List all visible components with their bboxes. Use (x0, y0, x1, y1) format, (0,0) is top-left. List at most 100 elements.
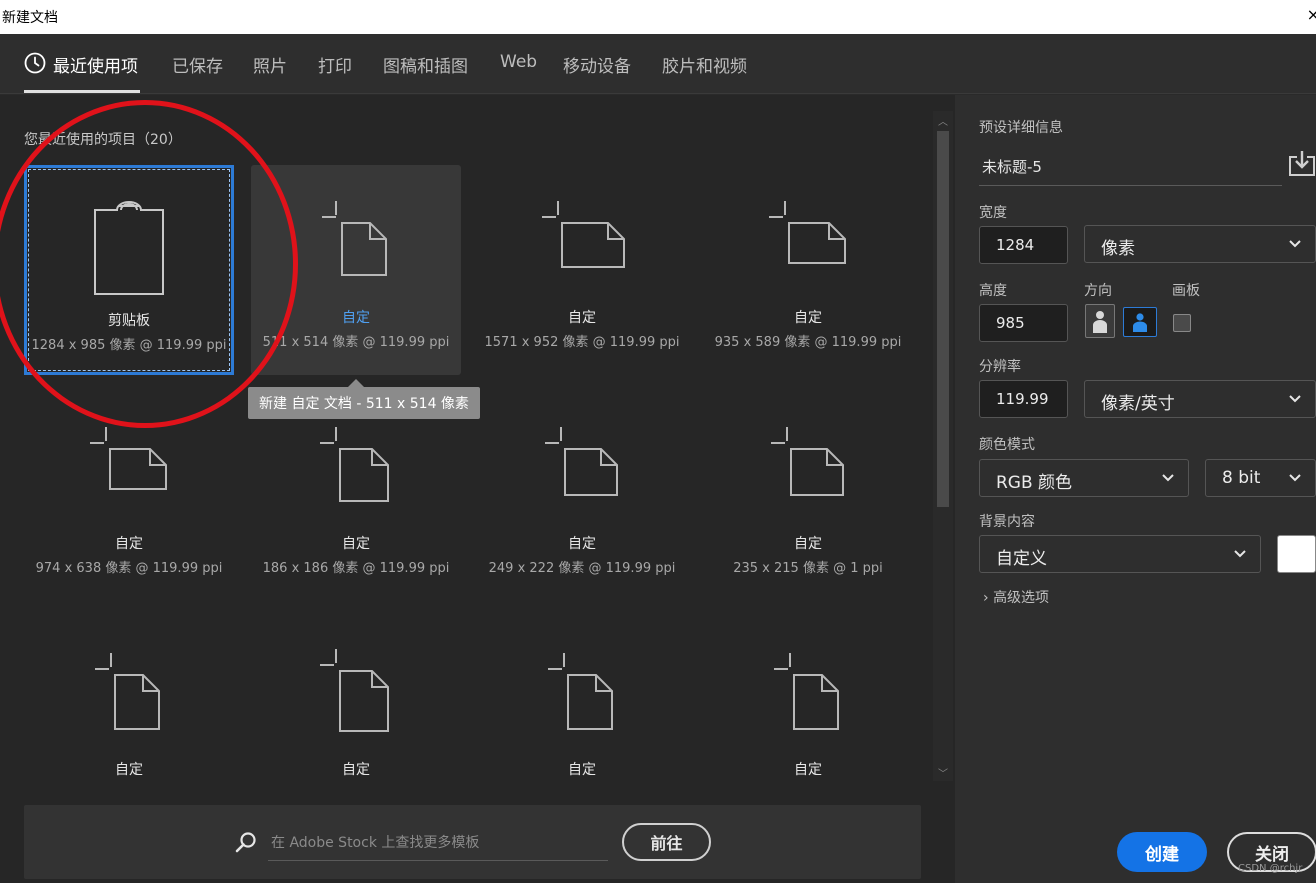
active-tab-indicator (24, 90, 140, 93)
preset-card[interactable]: 自定 (24, 617, 234, 827)
preset-card[interactable]: 自定 249 x 222 像素 @ 119.99 ppi (477, 391, 687, 601)
preset-dimensions: 935 x 589 像素 @ 119.99 ppi (714, 335, 902, 350)
document-name-field[interactable]: 未标题-5 (979, 150, 1282, 186)
document-icon (542, 201, 625, 268)
orientation-label: 方向 (1084, 283, 1112, 299)
document-icon (548, 653, 613, 730)
window-titlebar: 新建文档 × (0, 0, 1316, 34)
scroll-thumb[interactable] (937, 131, 949, 507)
preset-details-header: 预设详细信息 (979, 120, 1063, 136)
background-label: 背景内容 (979, 514, 1035, 530)
tab-print[interactable]: 打印 (318, 52, 352, 77)
stock-search-input[interactable] (268, 825, 608, 861)
preset-card[interactable]: 自定 935 x 589 像素 @ 119.99 ppi (703, 165, 913, 375)
preset-name: 自定 (115, 762, 143, 778)
preset-name: 自定 (568, 762, 596, 778)
landscape-orientation-button[interactable] (1123, 307, 1157, 337)
preset-card[interactable]: 自定 186 x 186 像素 @ 119.99 ppi (251, 391, 461, 601)
preset-card[interactable]: 自定 (477, 617, 687, 827)
window-title: 新建文档 (2, 10, 58, 26)
color-mode-value: RGB 颜色 (996, 473, 1073, 493)
resolution-input[interactable]: 119.99 (979, 380, 1068, 418)
preset-dimensions: 235 x 215 像素 @ 1 ppi (733, 561, 883, 576)
width-input[interactable]: 1284 (979, 226, 1068, 264)
preset-name: 自定 (568, 536, 596, 552)
bit-depth-value: 8 bit (1222, 468, 1261, 488)
chevron-down-icon (1289, 240, 1301, 248)
preset-name: 自定 (115, 536, 143, 552)
height-input[interactable]: 985 (979, 304, 1068, 342)
preset-card[interactable]: 自定 (251, 617, 461, 827)
chevron-down-icon (1289, 474, 1301, 482)
resolution-unit-select[interactable]: 像素/英寸 (1084, 380, 1316, 418)
tab-art-illustration[interactable]: 图稿和插图 (383, 52, 468, 77)
preset-card[interactable]: 自定 974 x 638 像素 @ 119.99 ppi (24, 391, 234, 601)
preset-dimensions: 511 x 514 像素 @ 119.99 ppi (262, 335, 450, 350)
tab-photo[interactable]: 照片 (253, 52, 287, 77)
create-button[interactable]: 创建 (1117, 832, 1207, 872)
document-icon (320, 427, 389, 502)
tab-film-video[interactable]: 胶片和视频 (662, 52, 747, 77)
preset-name: 自定 (342, 762, 370, 778)
preset-card[interactable]: 自定 235 x 215 像素 @ 1 ppi (703, 391, 913, 601)
document-icon (95, 653, 160, 730)
color-mode-label: 颜色模式 (979, 437, 1035, 453)
document-icon (774, 653, 839, 730)
preset-name: 自定 (794, 762, 822, 778)
scroll-up-icon[interactable]: ︿ (938, 113, 948, 128)
preset-name: 自定 (794, 536, 822, 552)
adobe-stock-search-bar: 前往 (24, 805, 921, 879)
search-icon (235, 832, 256, 853)
chevron-right-icon: › (983, 590, 989, 606)
color-mode-select[interactable]: RGB 颜色 (979, 459, 1189, 497)
background-value: 自定义 (996, 549, 1047, 569)
preset-name: 自定 (342, 310, 370, 326)
preset-name: 自定 (342, 536, 370, 552)
width-unit-select[interactable]: 像素 (1084, 225, 1316, 263)
tab-saved[interactable]: 已保存 (172, 52, 223, 77)
background-color-swatch[interactable] (1277, 535, 1316, 573)
preset-dimensions: 186 x 186 像素 @ 119.99 ppi (262, 561, 450, 576)
document-icon (771, 427, 844, 496)
recent-items-panel: 您最近使用的项目（20） 剪贴板 1284 x 985 像素 @ 119.99 … (0, 95, 955, 883)
recent-scrollbar[interactable]: ︿ ﹀ (933, 111, 953, 781)
save-preset-icon[interactable] (1288, 151, 1316, 177)
go-button[interactable]: 前往 (622, 823, 711, 861)
bit-depth-select[interactable]: 8 bit (1205, 459, 1316, 497)
background-select[interactable]: 自定义 (979, 535, 1261, 573)
document-icon (90, 427, 167, 490)
portrait-icon (1093, 311, 1107, 333)
chevron-down-icon (1162, 474, 1174, 482)
preset-card[interactable]: 自定 1571 x 952 像素 @ 119.99 ppi (477, 165, 687, 375)
watermark: CSDN @rchjr (1238, 863, 1303, 874)
document-icon (769, 201, 846, 264)
document-icon (545, 427, 618, 496)
tab-mobile[interactable]: 移动设备 (563, 52, 631, 77)
recent-section-title: 您最近使用的项目（20） (24, 132, 182, 148)
preset-dimensions: 1284 x 985 像素 @ 119.99 ppi (31, 338, 227, 353)
artboard-label: 画板 (1172, 283, 1200, 299)
advanced-options-toggle[interactable]: › 高级选项 (983, 587, 1049, 607)
preset-card[interactable]: 自定 511 x 514 像素 @ 119.99 ppi (251, 165, 461, 375)
preset-card[interactable]: 自定 (703, 617, 913, 827)
preset-name: 剪贴板 (108, 313, 150, 329)
preset-name: 自定 (568, 310, 596, 326)
preset-card-clipboard[interactable]: 剪贴板 1284 x 985 像素 @ 119.99 ppi (24, 165, 234, 375)
tab-web[interactable]: Web (500, 52, 537, 72)
resolution-label: 分辨率 (979, 359, 1021, 375)
preset-dimensions: 1571 x 952 像素 @ 119.99 ppi (484, 335, 680, 350)
advanced-options-label: 高级选项 (993, 590, 1050, 606)
height-label: 高度 (979, 283, 1007, 299)
width-unit-value: 像素 (1101, 239, 1135, 259)
window-close-icon[interactable]: × (1307, 5, 1316, 24)
preset-details-panel: 预设详细信息 未标题-5 宽度 1284 像素 高度 方向 画板 985 分辨率… (955, 95, 1316, 883)
tab-recent[interactable]: 最近使用项 (53, 52, 138, 77)
artboard-checkbox[interactable] (1173, 314, 1191, 332)
category-tabbar: 最近使用项 已保存 照片 打印 图稿和插图 Web 移动设备 胶片和视频 (0, 34, 1316, 94)
preset-name: 自定 (794, 310, 822, 326)
landscape-icon (1133, 313, 1147, 332)
document-icon (320, 649, 389, 732)
portrait-orientation-button[interactable] (1085, 304, 1115, 338)
resolution-unit-value: 像素/英寸 (1101, 394, 1175, 414)
scroll-down-icon[interactable]: ﹀ (938, 765, 948, 780)
